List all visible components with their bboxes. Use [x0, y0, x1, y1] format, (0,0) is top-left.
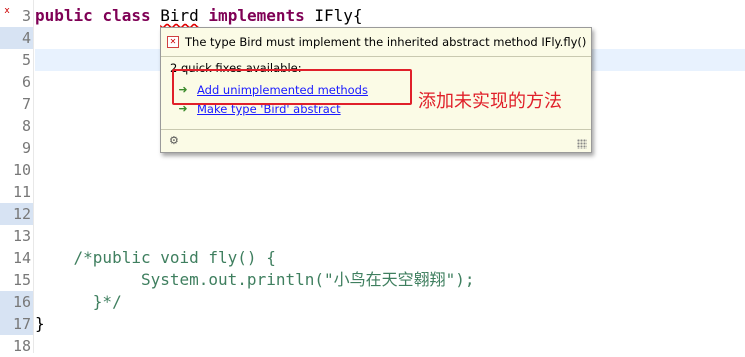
annotation-highlight-box — [172, 69, 412, 105]
keyword-public: public — [35, 6, 93, 25]
resize-grip-icon[interactable] — [577, 139, 587, 149]
ruler-border — [33, 0, 34, 353]
keyword-implements: implements — [208, 6, 305, 25]
line-number: 6 — [21, 73, 31, 91]
class-name-error[interactable]: Bird — [160, 6, 199, 25]
error-icon: ✕ — [167, 36, 179, 48]
line-number-gutter: 3 x 4 5 6 7 8 9 10 11 12 13 14 15 16 17 … — [0, 0, 33, 355]
code-line-14[interactable]: /*public void fly() { — [35, 247, 745, 269]
line-number: 12 — [0, 203, 33, 225]
code-line-16[interactable]: }*/ — [35, 291, 745, 313]
line-number: 13 — [12, 227, 31, 245]
line-number: 15 — [12, 271, 31, 289]
closing-brace: } — [35, 314, 45, 333]
code-line-15[interactable]: System.out.println("小鸟在天空翱翔"); — [35, 269, 745, 291]
line-number: 10 — [12, 161, 31, 179]
configure-problem-icon[interactable]: ⚙ — [169, 134, 183, 148]
line-number: 16 — [0, 291, 33, 313]
line-number: 8 — [21, 117, 31, 135]
quick-fix-header: ✕ The type Bird must implement the inher… — [161, 28, 591, 57]
line-number: 4 — [0, 27, 33, 49]
keyword-class: class — [102, 6, 151, 25]
code-line-17[interactable]: } — [35, 313, 745, 335]
comment-text: /*public void fly() { — [73, 248, 276, 267]
comment-text: }*/ — [92, 292, 122, 311]
error-marker-icon[interactable]: x — [1, 5, 13, 17]
annotation-text: 添加未实现的方法 — [418, 91, 562, 112]
interface-name: IFly{ — [314, 6, 363, 25]
line-number: 17 — [0, 313, 33, 335]
code-line-3[interactable]: public class Bird implements IFly{ — [35, 5, 745, 27]
line-number: 7 — [21, 95, 31, 113]
line-number: 9 — [21, 139, 31, 157]
line-number: 18 — [12, 337, 31, 355]
comment-text: ); — [455, 270, 475, 289]
line-number: 14 — [12, 249, 31, 267]
comment-string: "小鸟在天空翱翔" — [324, 270, 456, 289]
popup-footer: ⚙ — [161, 129, 591, 152]
comment-text: System.out.println( — [140, 270, 324, 289]
error-message: The type Bird must implement the inherit… — [185, 35, 587, 49]
line-number: 5 — [21, 51, 31, 69]
line-number: 11 — [12, 183, 31, 201]
